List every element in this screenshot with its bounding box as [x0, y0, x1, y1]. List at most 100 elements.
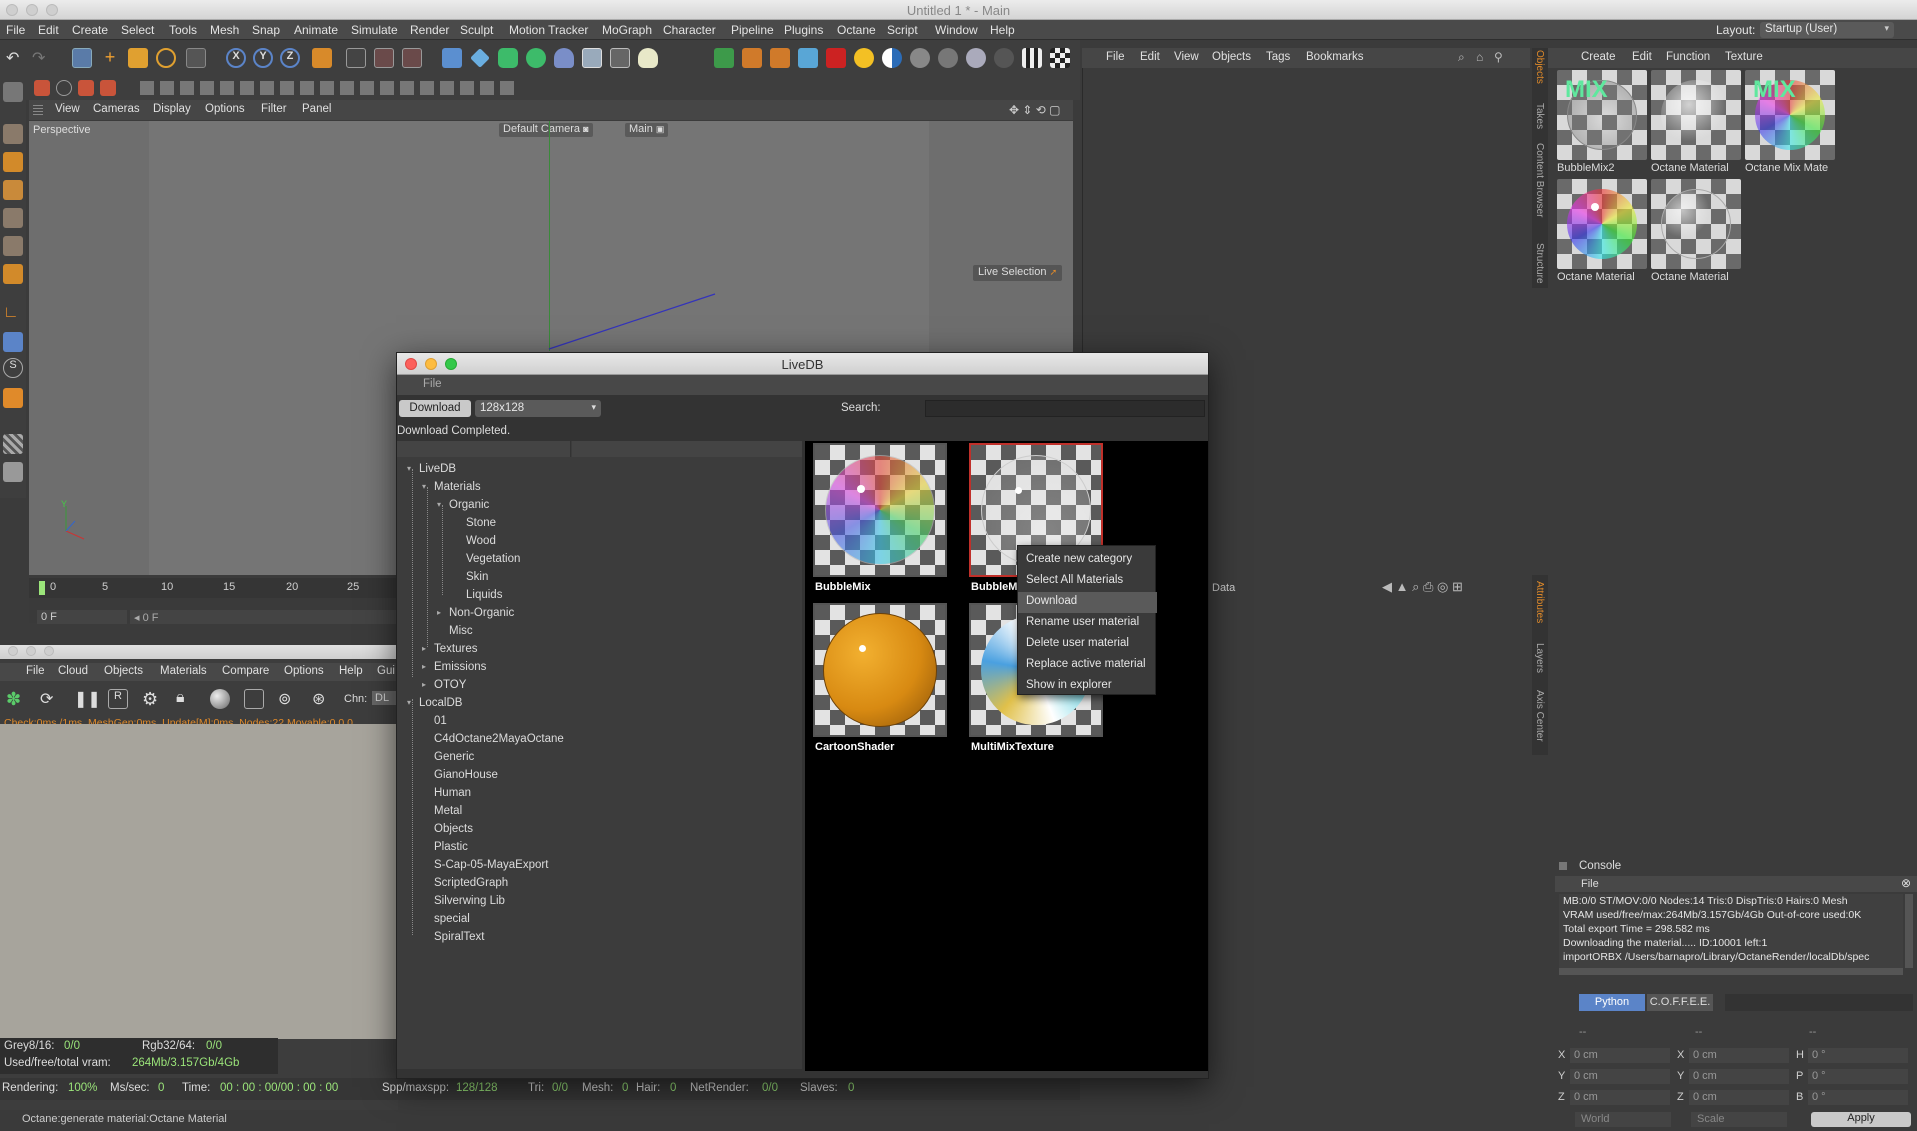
tree-node-spiraltext[interactable]: SpiralText [434, 931, 485, 943]
viewport-menu-options[interactable]: Options [205, 103, 245, 115]
pen-icon[interactable] [470, 48, 490, 68]
tree-node-materials[interactable]: Materials [434, 481, 481, 493]
coordinate-system-icon[interactable] [312, 48, 332, 68]
redo-icon[interactable]: ↷ [32, 48, 52, 68]
viewport-navigation-icons[interactable]: ✥ ⇕ ⟲ ▢ [1009, 103, 1061, 117]
points-mode-icon[interactable] [3, 208, 23, 228]
expand-arrow-icon[interactable]: ▾ [422, 482, 426, 491]
viewport-menu-filter[interactable]: Filter [261, 103, 287, 115]
undo-icon[interactable]: ↶ [6, 48, 26, 68]
menu-motion-tracker[interactable]: Motion Tracker [509, 23, 588, 37]
home-icon[interactable]: ⌂ [1476, 50, 1483, 64]
material-thumbnail[interactable] [813, 443, 947, 577]
mesh-tools-strip[interactable] [140, 81, 520, 95]
tree-node-misc[interactable]: Misc [449, 625, 473, 637]
size-z-field[interactable]: 0 cm [1689, 1090, 1789, 1105]
material-thumbnail[interactable] [813, 603, 947, 737]
current-frame-field[interactable]: 0 F [37, 610, 127, 624]
expand-arrow-icon[interactable]: ▾ [437, 500, 441, 509]
material-sphere-icon[interactable] [910, 48, 930, 68]
checker-icon[interactable] [1050, 48, 1070, 68]
viewport-menu-display[interactable]: Display [153, 103, 191, 115]
menu-mograph[interactable]: MoGraph [602, 23, 652, 37]
tree-node-liquids[interactable]: Liquids [466, 589, 502, 601]
collapse-arrow-icon[interactable]: ▸ [422, 662, 426, 671]
floor-icon[interactable] [582, 48, 602, 68]
console-hscrollbar[interactable] [1559, 968, 1903, 975]
tree-node-s-cap-05-mayaexport[interactable]: S-Cap-05-MayaExport [434, 859, 548, 871]
menu-mesh[interactable]: Mesh [210, 23, 239, 37]
guide-icon[interactable] [100, 80, 116, 96]
objects-menu-bookmarks[interactable]: Bookmarks [1306, 51, 1364, 63]
material-swatch[interactable]: MIX Octane Mix Mate [1745, 70, 1835, 175]
expand-arrow-icon[interactable]: ▾ [407, 698, 411, 707]
position-z-field[interactable]: 0 cm [1570, 1090, 1670, 1105]
playhead[interactable] [39, 581, 45, 595]
octane-menu-file[interactable]: File [26, 665, 45, 677]
octane-menu-cloud[interactable]: Cloud [58, 665, 88, 677]
render-view-icon[interactable] [346, 48, 366, 68]
axis-mode-icon[interactable]: ∟ [3, 304, 23, 324]
tab-layers[interactable]: Layers [1534, 643, 1545, 673]
menu-item-create-new-category[interactable]: Create new category [1018, 550, 1157, 571]
subdivision-icon[interactable] [498, 48, 518, 68]
texture-icon[interactable] [1022, 48, 1042, 68]
rotation-p-field[interactable]: 0 ° [1808, 1069, 1908, 1084]
size-y-field[interactable]: 0 cm [1689, 1069, 1789, 1084]
menu-item-download[interactable]: Download [1018, 592, 1157, 613]
material-swatch[interactable]: MIX BubbleMix2 [1557, 70, 1647, 175]
tree-node-plastic[interactable]: Plastic [434, 841, 468, 853]
tree-node-01[interactable]: 01 [434, 715, 447, 727]
octane-save-icon[interactable] [770, 48, 790, 68]
select-tool-icon[interactable] [186, 48, 206, 68]
region-icon[interactable] [244, 689, 264, 709]
scale-tool-icon[interactable] [128, 48, 148, 68]
menu-octane[interactable]: Octane [837, 23, 876, 37]
solo-icon[interactable] [3, 388, 23, 408]
octane-menu-help[interactable]: Help [339, 665, 363, 677]
sun-icon[interactable] [854, 48, 874, 68]
lock-workplane-icon[interactable] [3, 434, 23, 454]
tab-takes[interactable]: Takes [1534, 103, 1545, 129]
thumbnail-size-select[interactable]: 128x128 ▾ [475, 400, 601, 417]
snapping-icon[interactable]: S [3, 358, 23, 378]
octane-live-viewer-icon[interactable] [714, 48, 734, 68]
tab-coffee[interactable]: C.O.F.F.E.E. [1647, 994, 1713, 1011]
workplane-mode-icon[interactable] [3, 180, 23, 200]
rotation-h-field[interactable]: 0 ° [1808, 1048, 1908, 1063]
cube-icon[interactable] [442, 48, 462, 68]
render-settings-icon[interactable] [402, 48, 422, 68]
objects-menu-objects[interactable]: Objects [1212, 51, 1251, 63]
refresh-icon[interactable]: ⟳ [40, 689, 60, 709]
octane-menu-options[interactable]: Options [284, 665, 324, 677]
restart-icon[interactable]: R [108, 689, 128, 709]
axis-icon[interactable] [78, 80, 94, 96]
material-swatch[interactable]: Octane Material [1557, 179, 1647, 284]
camera-icon[interactable] [610, 48, 630, 68]
search-icon[interactable]: ⌕ [1458, 50, 1465, 65]
tree-node-emissions[interactable]: Emissions [434, 661, 486, 673]
contrast-icon[interactable] [882, 48, 902, 68]
tab-content-browser[interactable]: Content Browser [1534, 143, 1545, 217]
position-y-field[interactable]: 0 cm [1570, 1069, 1670, 1084]
menu-item-select-all-materials[interactable]: Select All Materials [1018, 571, 1157, 592]
material-swatch[interactable]: Octane Material [1651, 70, 1741, 175]
tab-python[interactable]: Python [1579, 994, 1645, 1011]
menu-create[interactable]: Create [72, 23, 108, 37]
zoom-window-button[interactable] [44, 646, 54, 656]
collapse-arrow-icon[interactable]: ▸ [422, 644, 426, 653]
materials-menu-create[interactable]: Create [1581, 51, 1616, 63]
materials-menu-texture[interactable]: Texture [1725, 51, 1763, 63]
tree-node-otoy[interactable]: OTOY [434, 679, 466, 691]
glossy-sphere-icon[interactable] [966, 48, 986, 68]
tree-node-vegetation[interactable]: Vegetation [466, 553, 520, 565]
pick-focus-icon[interactable]: ⊚ [278, 689, 298, 709]
live-selection-tool-icon[interactable] [72, 48, 92, 68]
cloner-icon[interactable] [526, 48, 546, 68]
tab-structure[interactable]: Structure [1534, 243, 1545, 284]
octane-menu-gui[interactable]: Gui [377, 665, 395, 677]
menu-pipeline[interactable]: Pipeline [731, 23, 774, 37]
menu-sculpt[interactable]: Sculpt [460, 23, 493, 37]
octane-menu-materials[interactable]: Materials [160, 665, 207, 677]
tree-node-non-organic[interactable]: Non-Organic [449, 607, 514, 619]
